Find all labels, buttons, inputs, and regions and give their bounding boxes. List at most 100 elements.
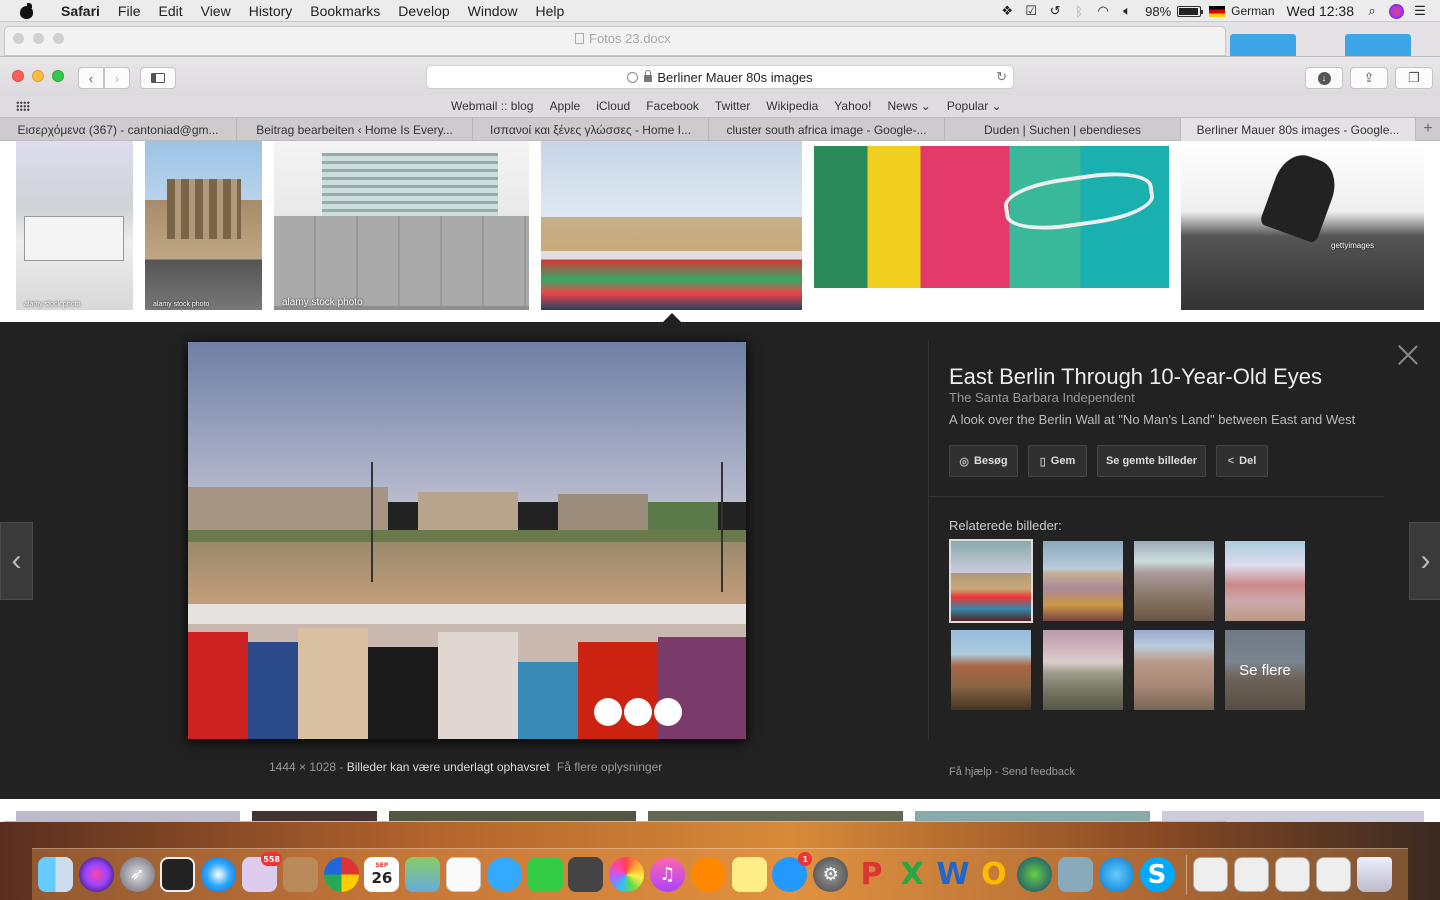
top-sites-grid-icon[interactable] <box>16 101 30 111</box>
excel-icon[interactable]: X <box>895 857 930 892</box>
tab-berliner-mauer[interactable]: Berliner Mauer 80s images - Google... <box>1181 118 1416 141</box>
share-button[interactable]: ⇪ <box>1350 67 1388 89</box>
bg-minimize-light[interactable] <box>33 33 44 44</box>
share-image-button[interactable]: < Del <box>1216 445 1268 477</box>
volume-icon[interactable]: 🔈︎ <box>1115 0 1139 22</box>
menu-window[interactable]: Window <box>459 3 527 19</box>
minimized-document-icon[interactable] <box>1193 857 1229 892</box>
favorite-yahoo[interactable]: Yahoo! <box>834 99 871 113</box>
result-thumbnail[interactable]: alamy stock photo <box>145 141 262 310</box>
new-tab-button[interactable]: + <box>1416 118 1440 140</box>
related-image[interactable] <box>1043 541 1123 621</box>
battery-icon[interactable] <box>1177 5 1204 17</box>
result-thumbnail-selected[interactable] <box>541 141 802 310</box>
menu-view[interactable]: View <box>192 3 240 19</box>
bg-zoom-light[interactable] <box>53 33 64 44</box>
result-thumbnail[interactable] <box>814 146 1169 288</box>
image-source[interactable]: The Santa Barbara Independent <box>949 390 1135 405</box>
tab-cluster-south-africa[interactable]: cluster south africa image - Google-... <box>709 118 945 141</box>
favorite-apple[interactable]: Apple <box>549 99 580 113</box>
related-image[interactable] <box>1225 541 1305 621</box>
facetime-icon[interactable] <box>527 857 563 892</box>
ibooks-icon[interactable] <box>690 857 726 892</box>
reload-icon[interactable]: ↻ <box>996 69 1007 85</box>
related-image[interactable] <box>1134 630 1214 710</box>
minimized-document-icon[interactable] <box>1315 857 1351 892</box>
preview-image[interactable] <box>188 342 746 739</box>
desktop-folder-icon[interactable] <box>1345 34 1411 56</box>
tab-spanish-languages[interactable]: Ισπανοί και ξένες γλώσσες - Home I... <box>473 118 709 141</box>
menu-help[interactable]: Help <box>526 3 573 19</box>
related-image[interactable] <box>1134 541 1214 621</box>
people-app-icon[interactable] <box>1098 857 1134 892</box>
app-store-icon[interactable]: 1 <box>772 852 813 892</box>
german-flag-icon[interactable] <box>1209 5 1226 17</box>
calendar-icon[interactable]: SEP 26 <box>364 857 400 892</box>
related-image[interactable] <box>1043 630 1123 710</box>
menu-history[interactable]: History <box>240 3 302 19</box>
save-button[interactable]: ▯ Gem <box>1028 445 1087 477</box>
word-icon[interactable]: W <box>936 857 971 892</box>
favorite-wikipedia[interactable]: Wikipedia <box>766 99 818 113</box>
image-title[interactable]: East Berlin Through 10-Year-Old Eyes <box>949 364 1322 390</box>
task-check-icon[interactable]: ☑ <box>1019 0 1043 22</box>
minimized-document-icon[interactable] <box>1234 857 1270 892</box>
previous-image-button[interactable]: ‹ <box>0 522 33 600</box>
messages-icon[interactable] <box>486 857 522 892</box>
chrome-icon[interactable] <box>323 857 359 892</box>
view-saved-button[interactable]: Se gemte billeder <box>1097 445 1206 477</box>
bluetooth-icon[interactable]: ᛒ <box>1067 0 1091 22</box>
apple-menu-icon[interactable] <box>18 2 36 19</box>
favorite-webmail[interactable]: Webmail :: blog <box>451 99 533 113</box>
tab-duden[interactable]: Duden | Suchen | ebendieses <box>945 118 1181 141</box>
battery-percent[interactable]: 98% <box>1139 4 1177 19</box>
close-preview-icon[interactable] <box>1397 344 1419 366</box>
finder-icon[interactable] <box>38 857 73 892</box>
menu-clock[interactable]: Wed 12:38 <box>1281 3 1360 19</box>
menu-file[interactable]: File <box>109 3 150 19</box>
result-thumbnail[interactable]: alamy stock photo <box>16 141 133 310</box>
next-image-button[interactable]: › <box>1409 522 1440 600</box>
desktop-folder-icon[interactable] <box>1230 34 1296 56</box>
skype-icon[interactable]: S <box>1139 857 1175 892</box>
back-button[interactable]: ‹ <box>78 67 104 89</box>
spotlight-icon[interactable]: ⌕ <box>1360 0 1384 22</box>
notes-icon[interactable] <box>731 857 767 892</box>
result-thumbnail[interactable]: gettyimages <box>1181 146 1424 310</box>
bg-close-light[interactable] <box>13 33 24 44</box>
photos-icon[interactable] <box>609 857 645 892</box>
visit-button[interactable]: ◎ Besøg <box>949 445 1018 477</box>
globe-app-icon[interactable] <box>1017 857 1053 892</box>
downloads-button[interactable]: ↓ <box>1305 67 1343 89</box>
mission-control-icon[interactable] <box>160 857 196 892</box>
favorite-icloud[interactable]: iCloud <box>596 99 630 113</box>
zoom-window-button[interactable] <box>52 70 64 82</box>
favorite-twitter[interactable]: Twitter <box>715 99 750 113</box>
show-all-tabs-button[interactable]: ❐ <box>1395 67 1433 89</box>
itunes-icon[interactable]: ♫ <box>649 857 685 892</box>
contacts-icon[interactable] <box>282 857 318 892</box>
forward-button[interactable]: › <box>104 67 130 89</box>
menu-app-name[interactable]: Safari <box>52 3 109 19</box>
menu-edit[interactable]: Edit <box>149 3 191 19</box>
tab-inbox[interactable]: Εισερχόμενα (367) - cantoniad@gm... <box>0 118 237 141</box>
sidebar-toggle-button[interactable] <box>140 67 176 89</box>
favorite-news-folder[interactable]: News ⌄ <box>887 99 930 113</box>
result-thumbnail[interactable]: alamy stock photo <box>274 141 529 310</box>
menu-develop[interactable]: Develop <box>389 3 458 19</box>
maps-icon[interactable] <box>405 857 441 892</box>
trash-icon[interactable] <box>1356 857 1392 892</box>
menu-bookmarks[interactable]: Bookmarks <box>301 3 389 19</box>
more-info-link[interactable]: Få flere oplysninger <box>557 760 662 774</box>
powerpoint-icon[interactable]: P <box>854 857 889 892</box>
system-preferences-icon[interactable]: ⚙ <box>813 857 849 892</box>
minimized-document-icon[interactable] <box>1274 857 1310 892</box>
outlook-icon[interactable]: O <box>976 857 1011 892</box>
launchpad-icon[interactable]: ➶ <box>119 857 155 892</box>
favorite-popular-folder[interactable]: Popular ⌄ <box>947 99 1002 113</box>
safari-icon[interactable] <box>201 857 237 892</box>
related-image[interactable] <box>951 630 1031 710</box>
reminders-icon[interactable] <box>445 857 481 892</box>
related-image[interactable] <box>949 539 1033 623</box>
tab-edit-post[interactable]: Beitrag bearbeiten ‹ Home Is Every... <box>237 118 473 141</box>
